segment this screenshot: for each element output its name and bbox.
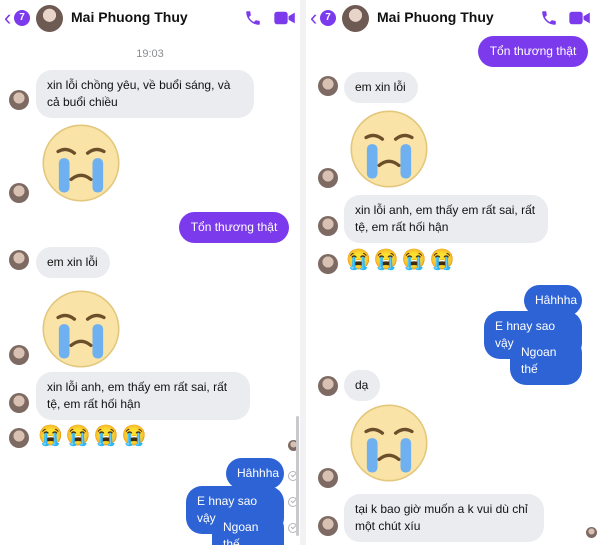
avatar <box>318 216 338 236</box>
message-received[interactable]: xin lỗi chồng yêu, về buổi sáng, và cả b… <box>36 70 254 118</box>
message-sent[interactable]: Ngoan thế <box>510 337 582 385</box>
message-received[interactable]: dạ <box>344 370 380 401</box>
avatar[interactable] <box>36 5 63 32</box>
avatar <box>318 516 338 536</box>
avatar <box>9 183 29 203</box>
avatar <box>9 250 29 270</box>
crying-face-icon[interactable] <box>348 108 430 190</box>
chevron-left-icon: ‹ <box>310 5 318 30</box>
back-button[interactable]: ‹ 7 <box>310 6 336 30</box>
unread-badge: 7 <box>14 10 30 26</box>
avatar <box>9 345 29 365</box>
avatar <box>9 90 29 110</box>
crying-face-icon[interactable] <box>40 122 122 204</box>
chat-header: ‹ 7 Mai Phuong Thuy <box>0 0 300 36</box>
avatar <box>318 254 338 274</box>
message-received[interactable]: tại k bao giờ muốn a k vui dù chỉ một ch… <box>344 494 544 542</box>
message-received[interactable]: em xin lỗi <box>36 247 110 278</box>
read-receipt-avatar <box>586 527 597 538</box>
contact-name[interactable]: Mai Phuong Thuy <box>377 9 494 25</box>
scrollbar[interactable] <box>296 416 299 536</box>
avatar <box>318 168 338 188</box>
message-sent[interactable]: Hâhhha <box>226 458 284 489</box>
crying-face-icon[interactable] <box>348 402 430 484</box>
message-sent[interactable]: Tổn thương thật <box>179 212 289 243</box>
chat-panel-left: ‹ 7 Mai Phuong Thuy 19:03 xin lỗi chồng … <box>0 0 300 545</box>
avatar <box>318 376 338 396</box>
phone-icon[interactable] <box>540 9 558 27</box>
message-received[interactable]: xin lỗi anh, em thấy em rất sai, rất tệ,… <box>36 372 250 420</box>
avatar <box>318 76 338 96</box>
back-button[interactable]: ‹ 7 <box>4 6 30 30</box>
chat-header: ‹ 7 Mai Phuong Thuy <box>306 0 600 36</box>
loudly-crying-emoji[interactable]: 😭😭😭😭 <box>346 249 458 271</box>
video-camera-icon[interactable] <box>274 10 296 26</box>
avatar <box>318 468 338 488</box>
contact-name[interactable]: Mai Phuong Thuy <box>71 9 188 25</box>
timestamp: 19:03 <box>136 48 164 60</box>
avatar[interactable] <box>342 5 369 32</box>
loudly-crying-emoji[interactable]: 😭😭😭😭 <box>38 425 150 447</box>
unread-badge: 7 <box>320 10 336 26</box>
chevron-left-icon: ‹ <box>4 5 12 30</box>
avatar <box>9 393 29 413</box>
crying-face-icon[interactable] <box>40 288 122 370</box>
phone-icon[interactable] <box>244 9 262 27</box>
avatar <box>9 428 29 448</box>
message-received[interactable]: xin lỗi anh, em thấy em rất sai, rất tệ,… <box>344 195 548 243</box>
chat-panel-right: ‹ 7 Mai Phuong Thuy Tổn thương thật em x… <box>306 0 600 545</box>
message-sent[interactable]: Tổn thương thật <box>478 36 588 67</box>
message-sent[interactable]: Ngoan thế <box>212 512 284 545</box>
video-camera-icon[interactable] <box>569 10 591 26</box>
message-received[interactable]: em xin lỗi <box>344 72 418 103</box>
